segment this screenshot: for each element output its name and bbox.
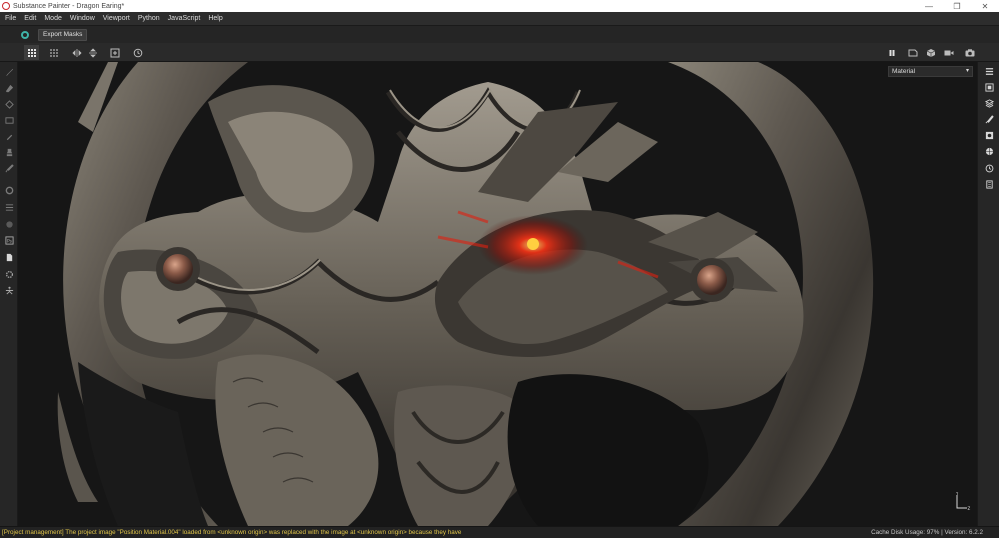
eraser-icon[interactable] (3, 82, 15, 94)
material-picker-icon[interactable] (3, 218, 15, 230)
display-mode-value: Material (892, 68, 916, 75)
substance-logo-icon (2, 2, 10, 10)
dragon-eye (527, 238, 539, 250)
export-masks-plugin-icon[interactable] (21, 30, 29, 39)
plugin-bar: Export Masks (0, 25, 999, 43)
menu-python[interactable]: Python (136, 12, 166, 25)
figure-icon[interactable] (3, 284, 15, 296)
3d-viewport[interactable]: Material ▾ Y Z (18, 62, 977, 526)
log-icon[interactable] (983, 178, 995, 190)
add-frame-icon[interactable] (107, 45, 122, 60)
document-icon[interactable] (3, 251, 15, 263)
axis-gizmo: Y Z (955, 492, 971, 511)
grid-icon[interactable] (24, 45, 39, 60)
texture-set-icon[interactable] (983, 81, 995, 93)
cube-icon[interactable] (923, 45, 938, 60)
menu-viewport[interactable]: Viewport (101, 12, 136, 25)
axis-y-label: Y (955, 492, 959, 496)
version-label: Version: 6.2.2 (944, 529, 983, 536)
picker-icon[interactable] (3, 162, 15, 174)
video-icon[interactable] (941, 45, 956, 60)
dragon-earring-render (18, 62, 977, 526)
export-masks-button[interactable]: Export Masks (38, 28, 88, 41)
menu-help[interactable]: Help (206, 12, 228, 25)
cache-disk-value: 97% (926, 529, 940, 536)
history-panel-icon[interactable] (983, 162, 995, 174)
brush-settings-icon[interactable] (983, 113, 995, 125)
close-icon[interactable]: ✕ (971, 0, 999, 12)
title-bar: Substance Painter - Dragon Earing* — ❐ ✕ (0, 0, 999, 12)
smudge-icon[interactable] (3, 130, 15, 142)
symmetry-x-icon[interactable] (69, 45, 84, 60)
restore-icon[interactable]: ❐ (943, 0, 971, 12)
projection-icon[interactable] (3, 98, 15, 110)
cache-disk-label: Cache Disk Usage: (871, 529, 925, 536)
menu-file[interactable]: File (3, 12, 22, 25)
menu-window[interactable]: Window (68, 12, 101, 25)
status-info: Cache Disk Usage: 97% | Version: 6.2.2 (871, 529, 983, 536)
svg-text:Ps: Ps (6, 238, 12, 244)
window-controls: — ❐ ✕ (915, 0, 999, 12)
screenshot-icon[interactable] (962, 45, 977, 60)
stack-icon[interactable] (983, 97, 995, 109)
bake-icon[interactable] (3, 184, 15, 196)
minimize-icon[interactable]: — (915, 0, 943, 12)
chevron-down-icon: ▾ (965, 68, 969, 74)
polygon-fill-icon[interactable] (3, 201, 15, 213)
camera-frame-icon[interactable] (905, 45, 920, 60)
history-icon[interactable] (130, 45, 145, 60)
geometry-mask-icon[interactable] (3, 114, 15, 126)
menu-bar: File Edit Mode Window Viewport Python Ja… (0, 12, 999, 25)
tool-column: Ps (0, 62, 18, 526)
paint-brush-icon[interactable] (3, 66, 15, 78)
menu-mode[interactable]: Mode (42, 12, 68, 25)
menu-edit[interactable]: Edit (22, 12, 42, 25)
panel-dock (977, 62, 999, 526)
grid-dots-icon[interactable] (46, 45, 61, 60)
status-bar: [Project management] The project image "… (0, 526, 999, 538)
layers-panel-icon[interactable] (983, 65, 995, 77)
menu-javascript[interactable]: JavaScript (166, 12, 207, 25)
globe-icon[interactable] (983, 145, 995, 157)
display-icon[interactable] (983, 129, 995, 141)
viewport-toolbar (0, 43, 999, 62)
window-title: Substance Painter - Dragon Earing* (13, 2, 125, 10)
status-message[interactable]: [Project management] The project image "… (2, 527, 462, 538)
display-mode-select[interactable]: Material ▾ (888, 66, 973, 77)
settings-icon[interactable] (3, 268, 15, 280)
axis-z-label: Z (968, 506, 971, 511)
clone-icon[interactable] (3, 146, 15, 158)
ps-export-icon[interactable]: Ps (3, 234, 15, 246)
symmetry-y-icon[interactable] (85, 45, 100, 60)
pause-icon[interactable] (884, 45, 899, 60)
